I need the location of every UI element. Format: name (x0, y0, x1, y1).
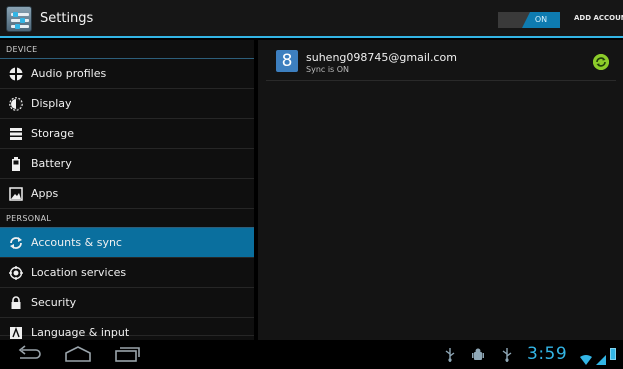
sidebar-item-label: Location services (31, 266, 127, 279)
action-bar: Settings ON ADD ACCOUNT (0, 0, 623, 38)
sidebar-item-location-services[interactable]: Location services (0, 258, 254, 288)
sidebar-item-label: Storage (31, 127, 75, 140)
sidebar-item-storage[interactable]: Storage (0, 119, 254, 149)
sidebar-item-label: Apps (31, 187, 59, 200)
sidebar-item-label: Display (31, 97, 72, 110)
sidebar-item-language-input[interactable]: Language & input (0, 318, 254, 339)
storage-icon (9, 127, 23, 141)
system-bar: 3:59 (0, 340, 623, 369)
sidebar-item-label: Accounts & sync (31, 236, 122, 249)
sidebar-item-accounts-sync[interactable]: Accounts & sync (0, 228, 254, 258)
page-title: Settings (40, 11, 94, 26)
sidebar-item-audio-profiles[interactable]: Audio profiles (0, 59, 254, 89)
usb-connected-icon (502, 348, 512, 365)
usb-icon (445, 348, 455, 365)
back-icon[interactable] (16, 345, 42, 363)
battery-status-icon (610, 348, 616, 360)
sidebar-item-security[interactable]: Security (0, 288, 254, 318)
account-sync-status: Sync is ON (306, 65, 350, 74)
google-account-icon: 8 (276, 50, 298, 72)
accounts-panel: 8 suheng098745@gmail.com Sync is ON (258, 40, 623, 340)
display-icon (9, 97, 23, 111)
section-header-personal: PERSONAL (0, 209, 254, 228)
audio-profiles-icon (9, 67, 23, 81)
clock: 3:59 (527, 344, 568, 364)
wifi-icon (580, 350, 592, 365)
add-account-button[interactable]: ADD ACCOUNT (574, 14, 623, 22)
settings-icon[interactable] (6, 6, 32, 32)
sync-toggle[interactable]: ON (498, 12, 560, 28)
sidebar-item-battery[interactable]: Battery (0, 149, 254, 179)
debug-android-icon (472, 348, 484, 365)
sidebar-item-label: Security (31, 296, 77, 309)
battery-icon (9, 157, 23, 171)
account-row[interactable]: 8 suheng098745@gmail.com Sync is ON (266, 45, 616, 81)
sidebar-item-label: Language & input (31, 326, 130, 339)
location-icon (9, 266, 23, 280)
language-icon (9, 326, 23, 340)
account-email: suheng098745@gmail.com (306, 51, 457, 64)
settings-sidebar: DEVICE Audio profiles Display Storage Ba… (0, 40, 254, 340)
sidebar-item-apps[interactable]: Apps (0, 179, 254, 209)
sync-icon (9, 236, 23, 250)
sidebar-item-label: Battery (31, 157, 72, 170)
lock-icon (9, 296, 23, 310)
recent-apps-icon[interactable] (114, 346, 140, 362)
home-icon[interactable] (64, 346, 92, 362)
sync-status-icon (593, 54, 609, 70)
apps-icon (9, 187, 23, 201)
signal-icon (596, 350, 606, 365)
sidebar-item-label: Audio profiles (31, 67, 107, 80)
sidebar-item-display[interactable]: Display (0, 89, 254, 119)
toggle-on-label: ON (522, 12, 560, 28)
section-header-device: DEVICE (0, 40, 254, 59)
